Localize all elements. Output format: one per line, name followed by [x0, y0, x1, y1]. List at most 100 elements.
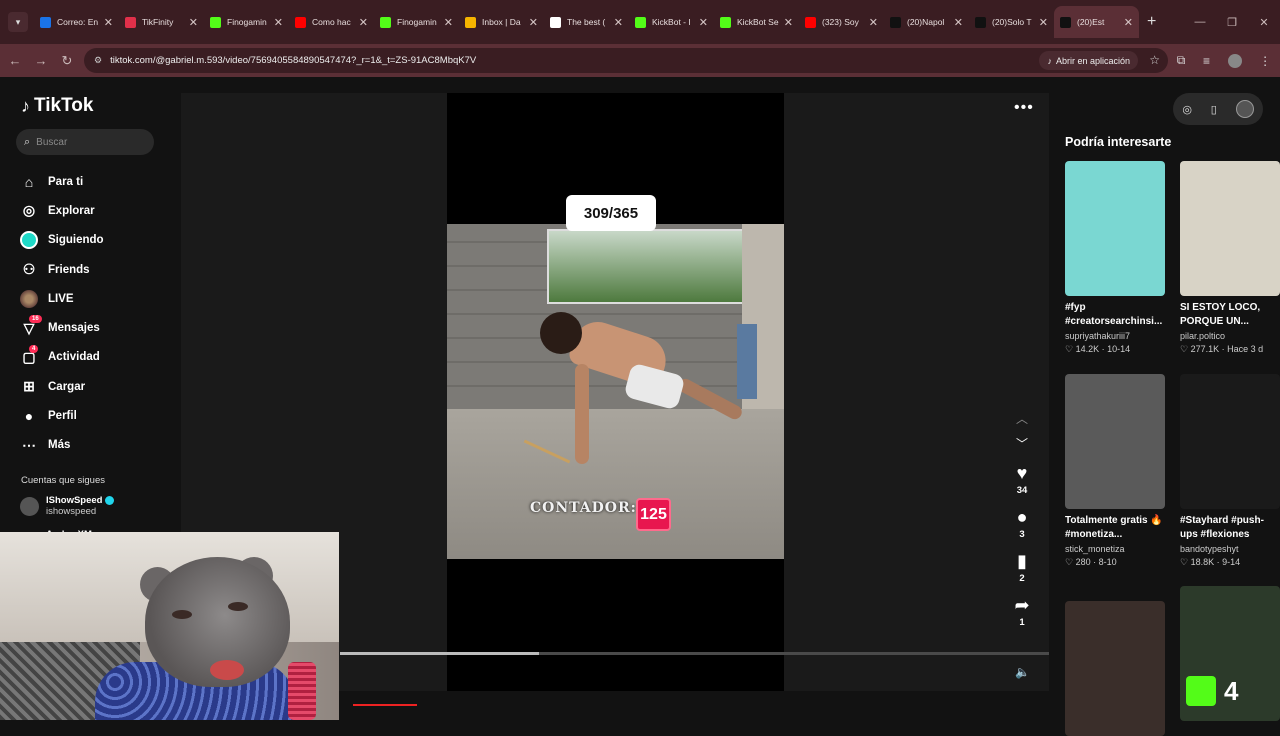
volume-icon[interactable]: 🔈	[1015, 665, 1030, 679]
tab-strip: Correo: En ✕ TikFinity ✕ Finogamin ✕ Como hac ✕…	[34, 6, 1139, 38]
tab-close-icon[interactable]: ✕	[359, 16, 368, 29]
notification-badge: 4	[29, 344, 39, 353]
recommendation-title: #Stayhard #push- ups #flexiones	[1180, 515, 1264, 540]
sidebar-item-live[interactable]: LIVE	[20, 284, 170, 313]
browser-menu-icon[interactable]: ⋮	[1259, 54, 1271, 68]
new-tab-button[interactable]: +	[1147, 13, 1156, 31]
recommendation-card[interactable]: 4	[1180, 586, 1280, 721]
comment-icon: ●	[1016, 507, 1028, 527]
sidebar-item-cargar[interactable]: ⊞ Cargar	[20, 372, 170, 401]
site-info-icon[interactable]: ⚙	[94, 55, 102, 66]
tab-favicon-icon	[380, 16, 391, 28]
device-icon[interactable]: ▯	[1211, 103, 1217, 116]
recommendation-card[interactable]	[1065, 601, 1165, 736]
tab-close-icon[interactable]: ✕	[444, 16, 453, 29]
restore-button[interactable]: ❐	[1216, 16, 1248, 29]
sidebar-item-para-ti[interactable]: ⌂ Para ti	[20, 167, 170, 196]
coins-icon[interactable]: ◎	[1182, 103, 1192, 116]
browser-tab[interactable]: KickBot - I ✕	[629, 6, 714, 38]
tab-close-icon[interactable]: ✕	[1124, 16, 1133, 29]
forward-button[interactable]: →	[30, 53, 52, 68]
browser-tab[interactable]: Correo: En ✕	[34, 6, 119, 38]
reload-button[interactable]: ↻	[56, 53, 78, 69]
bookmark-star-icon[interactable]: ☆	[1149, 53, 1160, 67]
open-in-app-button[interactable]: ♪ Abrir en aplicación	[1039, 51, 1138, 70]
sidebar-item-perfil[interactable]: ● Perfil	[20, 401, 170, 430]
tab-favicon-icon	[720, 16, 731, 28]
search-input[interactable]: ⌕ Buscar	[16, 129, 154, 155]
tab-search-button[interactable]: ▾	[8, 12, 28, 32]
minimize-button[interactable]: —	[1184, 16, 1216, 28]
media-control-icon[interactable]: ≡	[1203, 54, 1210, 68]
share-button[interactable]: ➦ 1	[1008, 595, 1036, 628]
following-name: IShowSpeed	[46, 495, 115, 506]
sidebar-item-mensajes[interactable]: ▽ 16 Mensajes	[20, 313, 170, 342]
comment-button[interactable]: ● 3	[1008, 507, 1036, 540]
tab-close-icon[interactable]: ✕	[104, 16, 113, 29]
sidebar-item-friends[interactable]: ⚇ Friends	[20, 255, 170, 284]
logo-text: TikTok	[34, 95, 94, 116]
recommendation-title: #fyp #creatorsearchinsi...	[1065, 302, 1163, 327]
tab-label: KickBot Se	[737, 17, 779, 27]
browser-tab[interactable]: The best (✕	[544, 6, 629, 38]
back-button[interactable]: ←	[4, 53, 26, 68]
heart-outline-icon: ♡	[1065, 344, 1076, 354]
browser-tab[interactable]: Inbox | Da ✕	[459, 6, 544, 38]
browser-tab[interactable]: TikFinity ✕	[119, 6, 204, 38]
sidebar-item-label: Perfil	[48, 410, 77, 423]
more-icon: ⋯	[22, 436, 36, 453]
next-video-icon[interactable]: ﹀	[1016, 435, 1028, 452]
tab-close-icon[interactable]: ✕	[784, 16, 793, 29]
tiktok-icon: ♪	[1047, 55, 1052, 66]
browser-tab[interactable]: (323) Soy ✕	[799, 6, 884, 38]
save-button[interactable]: ▮ 2	[1008, 551, 1036, 584]
tab-close-icon[interactable]: ✕	[1039, 16, 1048, 29]
browser-tab[interactable]: (20)Solo T ✕	[969, 6, 1054, 38]
browser-tab[interactable]: Finogamin ✕	[374, 6, 459, 38]
meta-separator: ·	[1099, 344, 1108, 354]
browser-tab[interactable]: (20)Napol ✕	[884, 6, 969, 38]
extensions-icon[interactable]: ⧉	[1177, 53, 1186, 68]
sidebar-item-siguiendo[interactable]: Siguiendo	[20, 226, 170, 255]
tab-favicon-icon	[125, 16, 136, 28]
sidebar-item-explorar[interactable]: ◎ Explorar	[20, 196, 170, 225]
sidebar-item-más[interactable]: ⋯ Más	[20, 431, 170, 460]
avatar[interactable]	[1235, 100, 1254, 118]
tab-close-icon[interactable]: ✕	[699, 16, 708, 29]
browser-tab[interactable]: Finogamin ✕	[204, 6, 289, 38]
recommendation-card[interactable]: #Stayhard #push- ups #flexiones bandotype…	[1180, 374, 1280, 568]
video-progress-bar[interactable]	[340, 652, 1049, 655]
like-button[interactable]: ♥ 34	[1008, 463, 1036, 496]
recommendation-likes: 277.1K	[1190, 344, 1220, 354]
close-window-button[interactable]: ✕	[1248, 16, 1280, 29]
recommendation-meta: ♡ 18.8K · 9-14	[1180, 557, 1280, 568]
more-options-icon[interactable]: •••	[1014, 99, 1034, 117]
contador-value: 125	[636, 498, 671, 531]
address-row: ← → ↻ ⚙ tiktok.com/@gabriel.m.593/video/…	[0, 44, 1280, 77]
tab-favicon-icon	[890, 16, 901, 28]
tab-close-icon[interactable]: ✕	[614, 16, 623, 29]
video-scene-floor	[447, 409, 784, 559]
recommendation-meta: ♡ 14.2K · 10-14	[1065, 344, 1165, 355]
browser-tab[interactable]: Como hac ✕	[289, 6, 374, 38]
tab-close-icon[interactable]: ✕	[869, 16, 878, 29]
recommendation-card[interactable]: SI ESTOY LOCO, PORQUE UN... pilar.poltico…	[1180, 161, 1280, 355]
video-person-head	[540, 312, 582, 354]
tab-close-icon[interactable]: ✕	[529, 16, 538, 29]
profile-avatar[interactable]	[1227, 53, 1242, 68]
tiktok-logo[interactable]: ♪ TikTok	[21, 95, 93, 117]
recommendation-card[interactable]: #fyp #creatorsearchinsi... supriyathakuri…	[1065, 161, 1165, 355]
tab-label: Inbox | Da	[482, 17, 521, 27]
sidebar-item-actividad[interactable]: ▢ 4 Actividad	[20, 343, 170, 372]
browser-tab[interactable]: (20)Est ✕	[1054, 6, 1139, 38]
previous-video-icon[interactable]: ︿	[1016, 410, 1028, 427]
address-bar[interactable]: ⚙ tiktok.com/@gabriel.m.593/video/756940…	[84, 48, 1168, 73]
following-item-ishowspeed[interactable]: IShowSpeed ishowspeed	[20, 495, 115, 517]
top-right-tools: ◎ ▯	[1173, 93, 1263, 125]
sidebar-item-label: Cargar	[48, 380, 86, 393]
tab-close-icon[interactable]: ✕	[954, 16, 963, 29]
browser-tab[interactable]: KickBot Se ✕	[714, 6, 799, 38]
recommendation-card[interactable]: Totalmente gratis 🔥 #monetiza... stick_mo…	[1065, 374, 1165, 568]
tab-close-icon[interactable]: ✕	[274, 16, 283, 29]
tab-close-icon[interactable]: ✕	[189, 16, 198, 29]
